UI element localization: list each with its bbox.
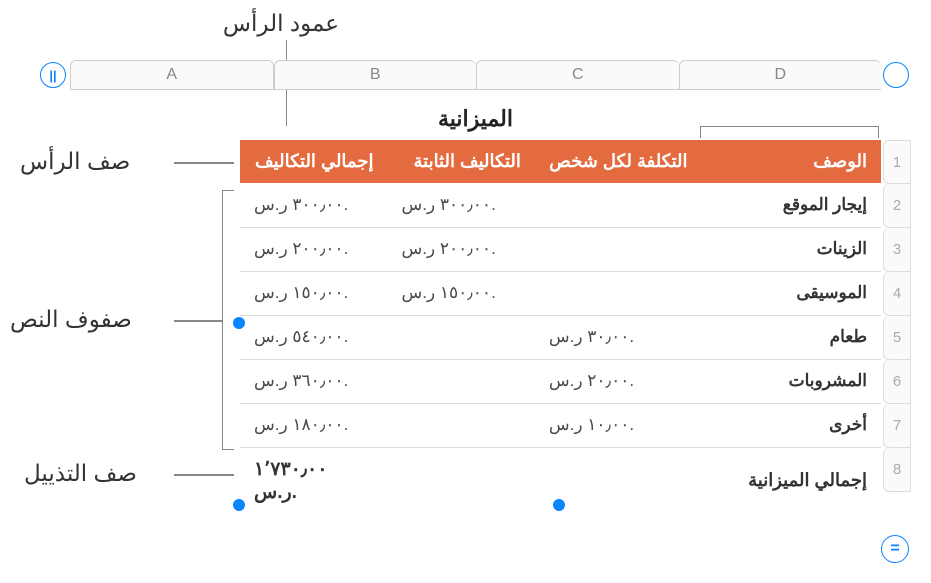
cell-desc[interactable]: أخرى: [702, 403, 881, 447]
table-header-row: الوصف التكلفة لكل شخص التكاليف الثابتة إ…: [240, 140, 881, 183]
col-header-a[interactable]: A: [70, 60, 274, 90]
cell-desc[interactable]: المشروبات: [702, 359, 881, 403]
cell-total[interactable]: ١٨٠٫٠٠ ر.س.: [240, 403, 387, 447]
selection-handle[interactable]: [233, 317, 245, 329]
table-row: إيجار الموقع ٣٠٠٫٠٠ ر.س. ٣٠٠٫٠٠ ر.س.: [240, 183, 881, 227]
cell-fixed[interactable]: ١٥٠٫٠٠ ر.س.: [387, 271, 534, 315]
table-row: الزينات ٢٠٠٫٠٠ ر.س. ٢٠٠٫٠٠ ر.س.: [240, 227, 881, 271]
header-fixed[interactable]: التكاليف الثابتة: [387, 140, 534, 183]
table-row: الموسيقى ١٥٠٫٠٠ ر.س. ١٥٠٫٠٠ ر.س.: [240, 271, 881, 315]
annotation-header-row: صف الرأس: [20, 148, 130, 175]
annotation-header-column: عمود الرأس: [223, 10, 339, 37]
col-header-c[interactable]: C: [476, 60, 679, 90]
cell-fixed[interactable]: ٢٠٠٫٠٠ ر.س.: [387, 227, 534, 271]
row-header-2[interactable]: 2: [883, 184, 911, 228]
cell-total[interactable]: ٢٠٠٫٠٠ ر.س.: [240, 227, 387, 271]
footer-fixed[interactable]: [387, 447, 534, 514]
cell-fixed[interactable]: [387, 315, 534, 359]
table-title: الميزانية: [70, 106, 881, 132]
cell-fixed[interactable]: [387, 403, 534, 447]
cell-fixed[interactable]: ٣٠٠٫٠٠ ر.س.: [387, 183, 534, 227]
row-header-5[interactable]: 5: [883, 316, 911, 360]
select-all-circle[interactable]: [883, 62, 909, 88]
cell-per-person[interactable]: [535, 227, 702, 271]
cell-desc[interactable]: الموسيقى: [702, 271, 881, 315]
row-header-bar: 1 2 3 4 5 6 7 8: [883, 140, 911, 492]
cell-per-person[interactable]: ١٠٫٠٠ ر.س.: [535, 403, 702, 447]
cell-desc[interactable]: طعام: [702, 315, 881, 359]
pause-icon[interactable]: ||: [40, 62, 66, 88]
header-per-person[interactable]: التكلفة لكل شخص: [535, 140, 702, 183]
table-row: المشروبات ٢٠٫٠٠ ر.س. ٣٦٠٫٠٠ ر.س.: [240, 359, 881, 403]
cell-fixed[interactable]: [387, 359, 534, 403]
col-header-d[interactable]: D: [679, 60, 882, 90]
cell-desc[interactable]: الزينات: [702, 227, 881, 271]
col-header-b[interactable]: B: [274, 60, 477, 90]
leader-line: [174, 162, 234, 164]
selection-handle[interactable]: [233, 499, 245, 511]
header-desc[interactable]: الوصف: [702, 140, 881, 183]
column-header-bar: A B C D: [70, 60, 881, 90]
cell-total[interactable]: ٥٤٠٫٠٠ ر.س.: [240, 315, 387, 359]
cell-per-person[interactable]: [535, 271, 702, 315]
cell-per-person[interactable]: ٣٠٫٠٠ ر.س.: [535, 315, 702, 359]
footer-desc[interactable]: إجمالي الميزانية: [702, 447, 881, 514]
leader-line: [174, 474, 234, 476]
cell-per-person[interactable]: [535, 183, 702, 227]
table-row: أخرى ١٠٫٠٠ ر.س. ١٨٠٫٠٠ ر.س.: [240, 403, 881, 447]
cell-desc[interactable]: إيجار الموقع: [702, 183, 881, 227]
selection-handle[interactable]: [553, 499, 565, 511]
cell-total[interactable]: ١٥٠٫٠٠ ر.س.: [240, 271, 387, 315]
bracket-body: [222, 190, 234, 450]
row-header-3[interactable]: 3: [883, 228, 911, 272]
equals-icon[interactable]: =: [881, 535, 909, 563]
cell-per-person[interactable]: ٢٠٫٠٠ ر.س.: [535, 359, 702, 403]
annotation-body-rows: صفوف النص: [10, 306, 132, 333]
cell-total[interactable]: ٣٠٠٫٠٠ ر.س.: [240, 183, 387, 227]
row-header-4[interactable]: 4: [883, 272, 911, 316]
row-header-1[interactable]: 1: [883, 140, 911, 184]
cell-total[interactable]: ٣٦٠٫٠٠ ر.س.: [240, 359, 387, 403]
budget-table: الوصف التكلفة لكل شخص التكاليف الثابتة إ…: [240, 140, 881, 514]
row-header-6[interactable]: 6: [883, 360, 911, 404]
footer-total[interactable]: ١٬٧٣٠٫٠٠ ر.س.: [240, 447, 387, 514]
row-header-7[interactable]: 7: [883, 404, 911, 448]
row-header-8[interactable]: 8: [883, 448, 911, 492]
leader-line: [174, 320, 222, 322]
annotation-footer-row: صف التذييل: [24, 460, 137, 487]
table-row: طعام ٣٠٫٠٠ ر.س. ٥٤٠٫٠٠ ر.س.: [240, 315, 881, 359]
header-total[interactable]: إجمالي التكاليف: [240, 140, 387, 183]
